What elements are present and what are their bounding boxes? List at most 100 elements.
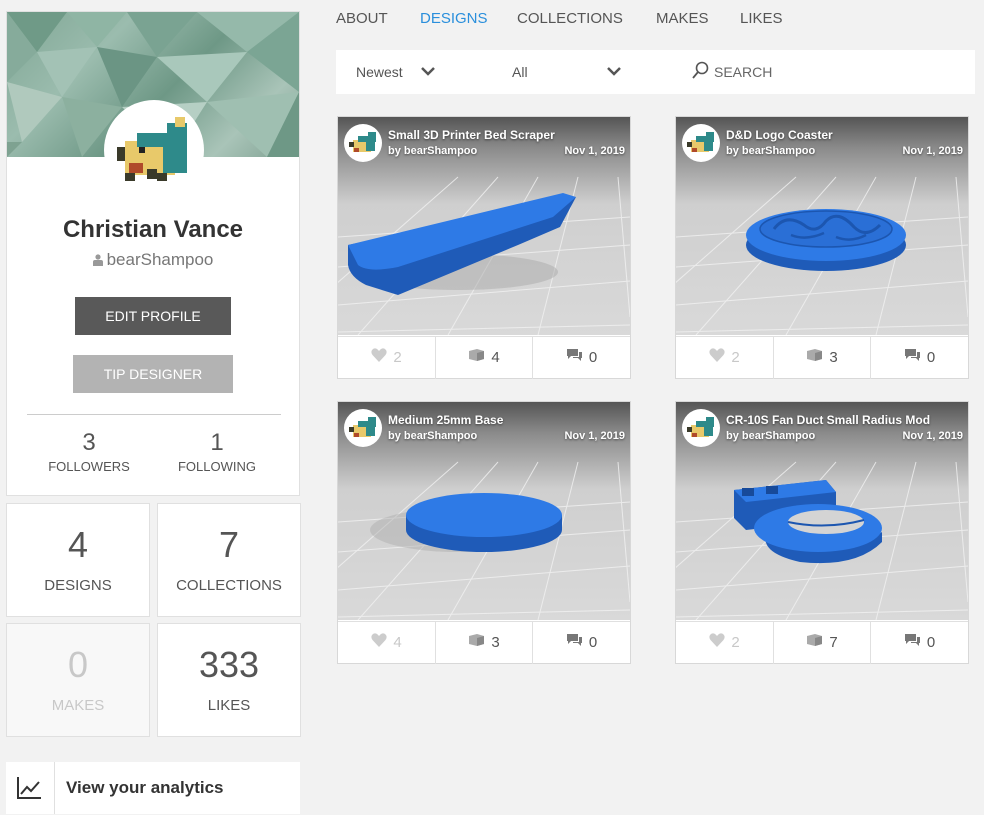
heart-icon <box>709 337 725 379</box>
make-icon <box>806 622 823 664</box>
following-stat[interactable]: 1 FOLLOWING <box>162 429 272 475</box>
make-count: 7 <box>829 634 838 652</box>
designer-avatar[interactable] <box>682 124 720 162</box>
followers-stat[interactable]: 3 FOLLOWERS <box>34 429 144 475</box>
comment-icon <box>904 622 921 664</box>
like-button[interactable]: 2 <box>676 622 773 664</box>
make-icon <box>468 622 485 664</box>
edit-profile-button[interactable]: EDIT PROFILE <box>75 297 231 335</box>
heart-icon <box>371 622 387 664</box>
design-author[interactable]: by bearShampoo <box>388 430 477 442</box>
makes-button[interactable]: 3 <box>435 622 533 664</box>
comments-button[interactable]: 0 <box>871 337 968 379</box>
make-count: 3 <box>829 349 838 367</box>
make-count: 4 <box>491 349 500 367</box>
comment-icon <box>904 337 921 379</box>
comments-button[interactable]: 0 <box>533 622 630 664</box>
analytics-separator <box>54 762 55 814</box>
line-chart-icon <box>16 776 42 805</box>
search-icon[interactable] <box>692 61 710 86</box>
search-input[interactable] <box>714 60 954 84</box>
filter-bar: Newest All <box>336 50 975 94</box>
tab-designs[interactable]: DESIGNS <box>420 10 488 27</box>
design-title[interactable]: Medium 25mm Base <box>388 413 503 427</box>
profile-divider <box>27 414 281 415</box>
design-title[interactable]: CR-10S Fan Duct Small Radius Mod <box>726 413 930 427</box>
like-button[interactable]: 4 <box>338 622 435 664</box>
make-count: 3 <box>491 634 500 652</box>
collections-count: 7 <box>218 524 240 565</box>
comment-count: 0 <box>926 349 936 367</box>
stat-collections[interactable]: 7 COLLECTIONS <box>157 503 301 617</box>
design-date: Nov 1, 2019 <box>902 145 963 157</box>
analytics-link[interactable]: View your analytics <box>6 762 300 814</box>
design-author[interactable]: by bearShampoo <box>726 145 815 157</box>
design-title[interactable]: D&D Logo Coaster <box>726 128 833 142</box>
makes-count: 0 <box>67 644 89 685</box>
stat-makes[interactable]: 0 MAKES <box>6 623 150 737</box>
username-text: bearShampoo <box>106 250 214 269</box>
design-card[interactable]: Small 3D Printer Bed Scraper by bearSham… <box>337 116 631 379</box>
comments-button[interactable]: 0 <box>871 622 968 664</box>
design-date: Nov 1, 2019 <box>564 430 625 442</box>
tab-collections[interactable]: COLLECTIONS <box>517 10 623 27</box>
designs-count: 4 <box>67 524 89 565</box>
designer-avatar[interactable] <box>344 409 382 447</box>
tab-makes[interactable]: MAKES <box>656 10 709 27</box>
comment-count: 0 <box>588 634 598 652</box>
design-footer: 2 7 0 <box>676 621 968 664</box>
likes-count: 333 <box>198 644 260 685</box>
sort-select[interactable]: Newest <box>356 64 403 80</box>
makes-button[interactable]: 4 <box>435 337 533 379</box>
profile-username: bearShampoo <box>7 250 299 271</box>
design-card[interactable]: D&D Logo Coaster by bearShampoo Nov 1, 2… <box>675 116 969 379</box>
tip-designer-button[interactable]: TIP DESIGNER <box>73 355 233 393</box>
like-count: 4 <box>393 634 402 652</box>
make-icon <box>468 337 485 379</box>
like-count: 2 <box>731 634 740 652</box>
designer-avatar[interactable] <box>344 124 382 162</box>
followers-label: FOLLOWERS <box>48 459 130 474</box>
heart-icon <box>371 337 387 379</box>
like-count: 2 <box>731 349 740 367</box>
design-date: Nov 1, 2019 <box>902 430 963 442</box>
following-count: 1 <box>210 429 224 456</box>
tab-likes[interactable]: LIKES <box>740 10 783 27</box>
stat-likes[interactable]: 333 LIKES <box>157 623 301 737</box>
like-count: 2 <box>393 349 402 367</box>
analytics-label: View your analytics <box>66 778 224 797</box>
comment-icon <box>566 337 583 379</box>
design-card[interactable]: Medium 25mm Base by bearShampoo Nov 1, 2… <box>337 401 631 664</box>
likes-label: LIKES <box>207 697 251 714</box>
collections-label: COLLECTIONS <box>176 577 282 594</box>
following-label: FOLLOWING <box>177 459 256 474</box>
comments-button[interactable]: 0 <box>533 337 630 379</box>
like-button[interactable]: 2 <box>676 337 773 379</box>
design-footer: 2 4 0 <box>338 336 630 379</box>
designer-avatar[interactable] <box>682 409 720 447</box>
tab-about[interactable]: ABOUT <box>336 10 388 27</box>
profile-avatar[interactable] <box>104 100 204 200</box>
comment-count: 0 <box>926 634 936 652</box>
followers-count: 3 <box>82 429 96 456</box>
makes-button[interactable]: 3 <box>773 337 871 379</box>
design-card[interactable]: CR-10S Fan Duct Small Radius Mod by bear… <box>675 401 969 664</box>
design-author[interactable]: by bearShampoo <box>388 145 477 157</box>
makes-button[interactable]: 7 <box>773 622 871 664</box>
designs-label: DESIGNS <box>44 577 112 594</box>
filter-select[interactable]: All <box>512 64 528 80</box>
profile-card: Christian Vance bearShampoo EDIT PROFILE… <box>6 11 300 496</box>
makes-label: MAKES <box>51 697 105 714</box>
comment-icon <box>566 622 583 664</box>
heart-icon <box>709 622 725 664</box>
like-button[interactable]: 2 <box>338 337 435 379</box>
chevron-down-icon[interactable] <box>420 64 436 82</box>
design-title[interactable]: Small 3D Printer Bed Scraper <box>388 128 555 142</box>
stat-designs[interactable]: 4 DESIGNS <box>6 503 150 617</box>
design-date: Nov 1, 2019 <box>564 145 625 157</box>
design-author[interactable]: by bearShampoo <box>726 430 815 442</box>
user-icon <box>92 251 103 271</box>
make-icon <box>806 337 823 379</box>
design-footer: 2 3 0 <box>676 336 968 379</box>
chevron-down-icon[interactable] <box>606 64 622 82</box>
